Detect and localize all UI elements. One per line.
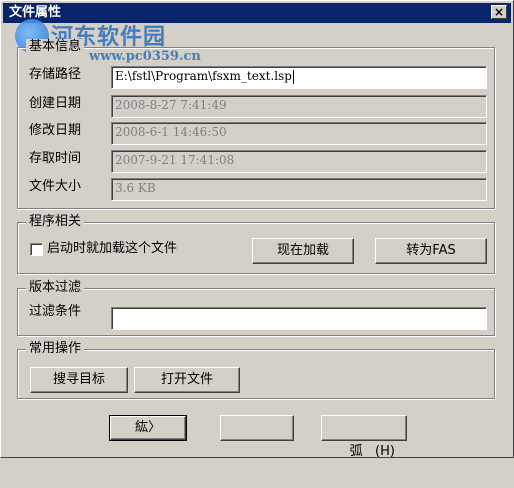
load-now-button[interactable]: 现在加载 bbox=[252, 238, 354, 264]
version-filter-title: 版本过滤 bbox=[26, 280, 85, 296]
ok-label: 紘〉 bbox=[134, 420, 161, 435]
middle-button[interactable] bbox=[220, 415, 294, 441]
program-title: 程序相关 bbox=[26, 214, 85, 230]
window-title: 文件属性 bbox=[9, 5, 62, 20]
path-label: 存储路径 bbox=[29, 67, 82, 82]
open-file-button[interactable]: 打开文件 bbox=[134, 367, 240, 393]
size-label: 文件大小 bbox=[29, 179, 82, 194]
ok-button[interactable]: 紘〉 bbox=[109, 415, 187, 441]
created-label: 创建日期 bbox=[29, 96, 82, 111]
created-field: 2008-8-27 7:41:49 bbox=[111, 95, 487, 118]
autoload-label[interactable]: 启动时就加载这个文件 bbox=[47, 241, 177, 257]
close-icon: × bbox=[493, 5, 505, 19]
filter-input[interactable] bbox=[111, 307, 487, 330]
path-value: E:\fstl\Program\fsxm_text.lsp bbox=[115, 69, 292, 83]
file-properties-dialog: 文件属性 × 河东软件园 www.pc0359.cn 基本信息 存储路径 E:\… bbox=[0, 0, 514, 459]
load-now-label: 现在加载 bbox=[276, 243, 329, 258]
cancel-label: 弧 (H) bbox=[349, 444, 395, 459]
convert-fas-button[interactable]: 转为FAS bbox=[375, 238, 487, 264]
title-bar[interactable]: 文件属性 × bbox=[3, 3, 511, 23]
open-file-label: 打开文件 bbox=[160, 372, 213, 387]
modified-label: 修改日期 bbox=[29, 123, 82, 138]
size-field: 3.6 KB bbox=[111, 178, 487, 201]
accessed-label: 存取时间 bbox=[29, 151, 82, 166]
basic-info-title: 基本信息 bbox=[26, 39, 85, 55]
filter-label: 过滤条件 bbox=[29, 304, 82, 319]
text-caret bbox=[292, 69, 294, 84]
accessed-field: 2007-9-21 17:41:08 bbox=[111, 150, 487, 173]
path-field[interactable]: E:\fstl\Program\fsxm_text.lsp bbox=[111, 66, 487, 89]
common-ops-title: 常用操作 bbox=[26, 341, 85, 357]
find-target-button[interactable]: 搜寻目标 bbox=[30, 367, 128, 393]
cancel-button[interactable]: 弧 (H) bbox=[321, 415, 407, 459]
close-button[interactable]: × bbox=[491, 5, 507, 19]
modified-field: 2008-6-1 14:46:50 bbox=[111, 122, 487, 145]
find-target-label: 搜寻目标 bbox=[52, 372, 105, 387]
autoload-checkbox[interactable] bbox=[30, 243, 43, 256]
convert-fas-label: 转为FAS bbox=[406, 243, 456, 258]
